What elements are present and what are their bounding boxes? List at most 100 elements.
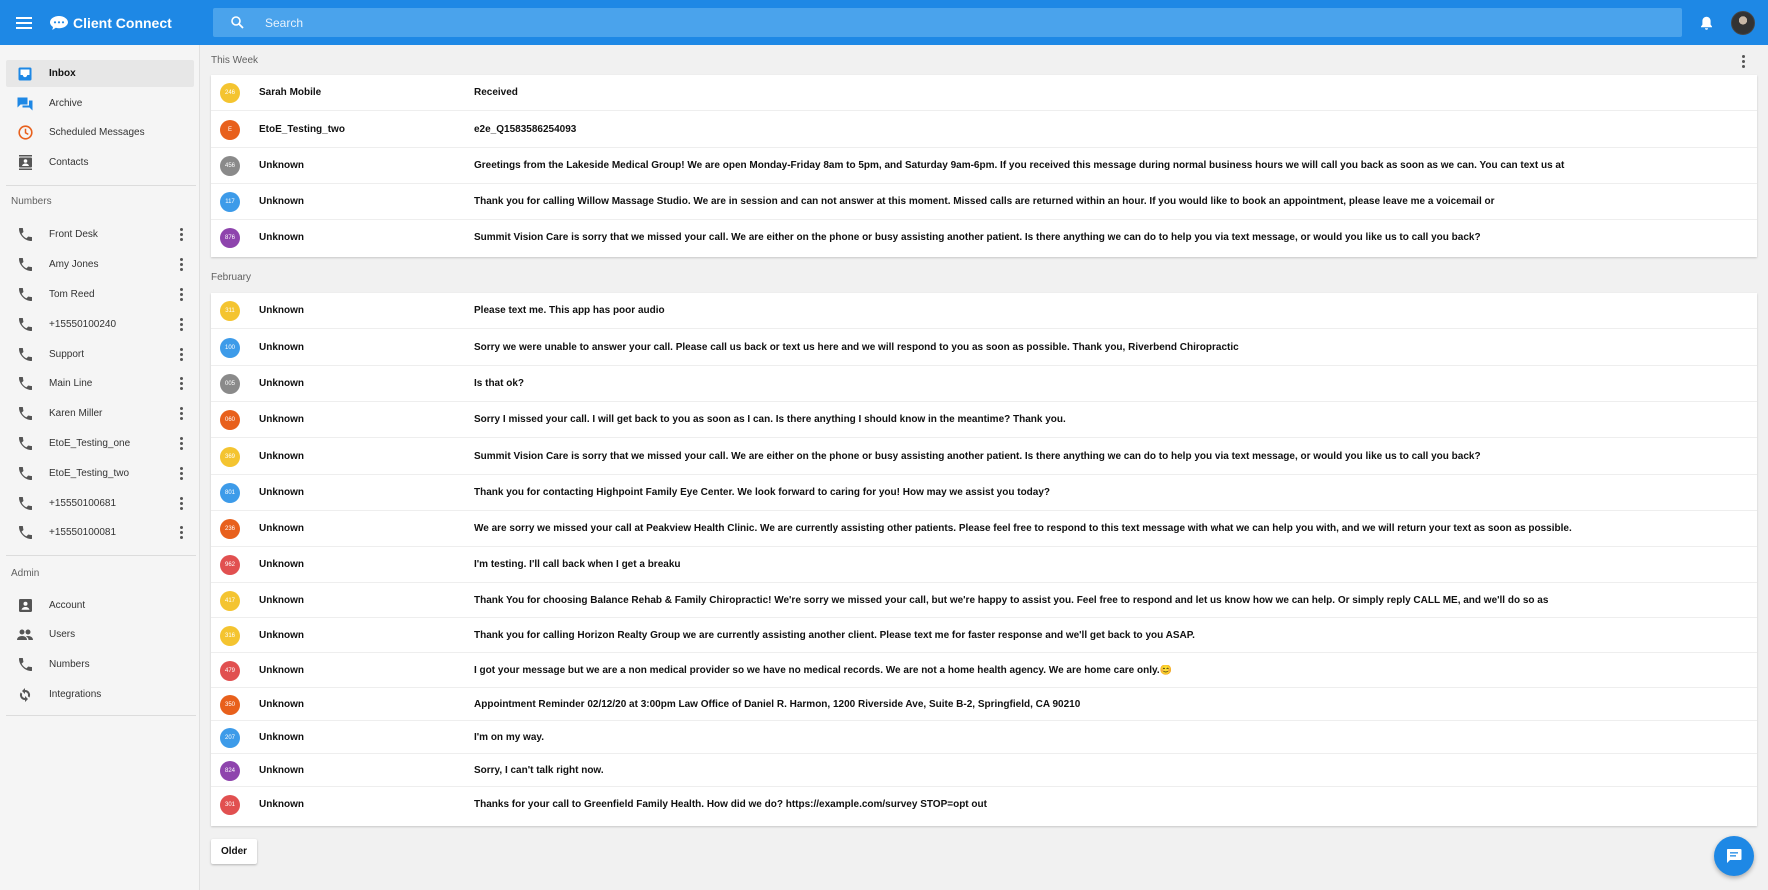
more-vert-icon[interactable] bbox=[176, 316, 186, 334]
more-vert-icon[interactable] bbox=[176, 256, 186, 274]
more-vert-icon[interactable] bbox=[176, 465, 186, 483]
sidebar-item-label: Tom Reed bbox=[49, 289, 95, 300]
app-brand[interactable]: Client Connect bbox=[50, 15, 213, 31]
conversation-row[interactable]: 005 Unknown Is that ok? bbox=[211, 366, 1757, 402]
numbers-section-title: Numbers bbox=[11, 196, 52, 207]
more-vert-icon[interactable] bbox=[176, 346, 186, 364]
contact-name: Unknown bbox=[259, 523, 304, 534]
older-button[interactable]: Older bbox=[211, 839, 257, 864]
conversation-row[interactable]: 316 Unknown Thank you for calling Horizon … bbox=[211, 618, 1757, 653]
sidebar-item-label: +15550100081 bbox=[49, 527, 117, 538]
new-message-button[interactable] bbox=[1714, 836, 1754, 876]
user-avatar[interactable] bbox=[1731, 11, 1755, 35]
conversation-row[interactable]: 456 Unknown Greetings from the Lakeside Me… bbox=[211, 148, 1757, 184]
sidebar-number-item[interactable]: +15550100081 bbox=[6, 519, 194, 546]
contact-avatar-badge: 801 bbox=[220, 483, 240, 503]
phone-icon bbox=[16, 495, 34, 513]
search-bar[interactable] bbox=[213, 8, 1682, 37]
sidebar-item-label: Support bbox=[49, 349, 85, 360]
sidebar-divider bbox=[6, 185, 196, 186]
conversation-row[interactable]: 060 Unknown Sorry I missed your call. I wi… bbox=[211, 402, 1757, 438]
contact-avatar-badge: 236 bbox=[220, 519, 240, 539]
conversation-row[interactable]: 801 Unknown Thank you for contacting Highp… bbox=[211, 475, 1757, 511]
more-vert-icon[interactable] bbox=[176, 405, 186, 423]
more-vert-icon[interactable] bbox=[176, 524, 186, 542]
phone-icon bbox=[16, 316, 34, 334]
more-vert-icon[interactable] bbox=[176, 375, 186, 393]
sidebar-number-item[interactable]: Front Desk bbox=[6, 221, 194, 248]
sidebar-item-integrations[interactable]: Integrations bbox=[6, 681, 194, 708]
sidebar-item-label: Scheduled Messages bbox=[49, 127, 145, 138]
notifications-bell-icon[interactable] bbox=[1696, 13, 1716, 33]
contact-name: Unknown bbox=[259, 732, 304, 743]
conversation-row[interactable]: 236 Unknown We are sorry we missed your ca… bbox=[211, 511, 1757, 547]
search-input[interactable] bbox=[265, 15, 1682, 30]
message-preview: Greetings from the Lakeside Medical Grou… bbox=[474, 160, 1565, 171]
chat-icon bbox=[1727, 849, 1742, 863]
contact-avatar-badge: 479 bbox=[220, 661, 240, 681]
phone-icon bbox=[16, 375, 34, 393]
app-title: Client Connect bbox=[73, 14, 172, 31]
conversation-row[interactable]: 311 Unknown Please text me. This app has p… bbox=[211, 293, 1757, 329]
sidebar-divider bbox=[6, 555, 196, 556]
message-preview: Summit Vision Care is sorry that we miss… bbox=[474, 232, 1481, 243]
sidebar-number-item[interactable]: Karen Miller bbox=[6, 400, 194, 427]
conversation-row[interactable]: E EtoE_Testing_two e2e_Q1583586254093 bbox=[211, 111, 1757, 148]
conversation-row[interactable]: 962 Unknown I'm testing. I'll call back wh… bbox=[211, 547, 1757, 583]
contact-name: Unknown bbox=[259, 487, 304, 498]
sidebar-number-item[interactable]: EtoE_Testing_one bbox=[6, 430, 194, 457]
account-box-icon bbox=[16, 597, 34, 615]
conversation-row[interactable]: 417 Unknown Thank You for choosing Balance… bbox=[211, 583, 1757, 618]
conversation-row[interactable]: 479 Unknown I got your message but we are … bbox=[211, 653, 1757, 688]
contact-name: Unknown bbox=[259, 160, 304, 171]
more-vert-icon[interactable] bbox=[176, 435, 186, 453]
contact-avatar-badge: 369 bbox=[220, 447, 240, 467]
message-preview: I got your message but we are a non medi… bbox=[474, 665, 1173, 676]
conversation-row[interactable]: 824 Unknown Sorry, I can't talk right now. bbox=[211, 754, 1757, 787]
message-preview: Thank you for calling Horizon Realty Gro… bbox=[474, 630, 1195, 641]
contact-name: Unknown bbox=[259, 630, 304, 641]
sidebar-number-item[interactable]: Main Line bbox=[6, 370, 194, 397]
sidebar-item-label: +15550100240 bbox=[49, 319, 117, 330]
sidebar-number-item[interactable]: +15550100240 bbox=[6, 311, 194, 338]
conversation-row[interactable]: 369 Unknown Summit Vision Care is sorry th… bbox=[211, 438, 1757, 475]
message-preview: Is that ok? bbox=[474, 378, 525, 389]
conversation-row[interactable]: 301 Unknown Thanks for your call to Greenf… bbox=[211, 787, 1757, 823]
contact-name: EtoE_Testing_two bbox=[259, 124, 345, 135]
more-vert-icon[interactable] bbox=[176, 226, 186, 244]
message-preview: Summit Vision Care is sorry that we miss… bbox=[474, 451, 1481, 462]
sidebar-number-item[interactable]: Tom Reed bbox=[6, 281, 194, 308]
sidebar-number-item[interactable]: Support bbox=[6, 341, 194, 368]
sidebar-number-item[interactable]: +15550100681 bbox=[6, 490, 194, 517]
conversation-row[interactable]: 350 Unknown Appointment Reminder 02/12/20 … bbox=[211, 688, 1757, 721]
sidebar-item-inbox[interactable]: Inbox bbox=[6, 60, 194, 87]
more-vert-icon[interactable] bbox=[1738, 52, 1748, 70]
conversation-row[interactable]: 100 Unknown Sorry we were unable to answer… bbox=[211, 329, 1757, 366]
message-preview: Sorry we were unable to answer your call… bbox=[474, 342, 1239, 353]
conversation-row[interactable]: 246 Sarah Mobile Received bbox=[211, 75, 1757, 111]
conversation-row[interactable]: 207 Unknown I'm on my way. bbox=[211, 721, 1757, 754]
search-icon bbox=[231, 16, 261, 29]
menu-icon[interactable] bbox=[0, 0, 48, 45]
contact-avatar-badge: 350 bbox=[220, 695, 240, 715]
phone-icon bbox=[16, 435, 34, 453]
sidebar-item-users[interactable]: Users bbox=[6, 621, 194, 648]
contact-avatar-badge: 207 bbox=[220, 728, 240, 748]
sidebar-item-label: Main Line bbox=[49, 378, 93, 389]
phone-icon bbox=[16, 256, 34, 274]
phone-icon bbox=[16, 226, 34, 244]
more-vert-icon[interactable] bbox=[176, 286, 186, 304]
clock-icon bbox=[16, 124, 34, 142]
sidebar-number-item[interactable]: Amy Jones bbox=[6, 251, 194, 278]
sidebar-item-scheduled-messages[interactable]: Scheduled Messages bbox=[6, 119, 194, 146]
contact-name: Unknown bbox=[259, 305, 304, 316]
sidebar-item-account[interactable]: Account bbox=[6, 592, 194, 619]
sidebar-item-archive[interactable]: Archive bbox=[6, 90, 194, 117]
more-vert-icon[interactable] bbox=[176, 495, 186, 513]
message-preview: We are sorry we missed your call at Peak… bbox=[474, 523, 1572, 534]
sidebar-item-numbers[interactable]: Numbers bbox=[6, 651, 194, 678]
conversation-row[interactable]: 117 Unknown Thank you for calling Willow M… bbox=[211, 184, 1757, 220]
conversation-row[interactable]: 876 Unknown Summit Vision Care is sorry th… bbox=[211, 220, 1757, 256]
sidebar-number-item[interactable]: EtoE_Testing_two bbox=[6, 460, 194, 487]
sidebar-item-contacts[interactable]: Contacts bbox=[6, 149, 194, 176]
